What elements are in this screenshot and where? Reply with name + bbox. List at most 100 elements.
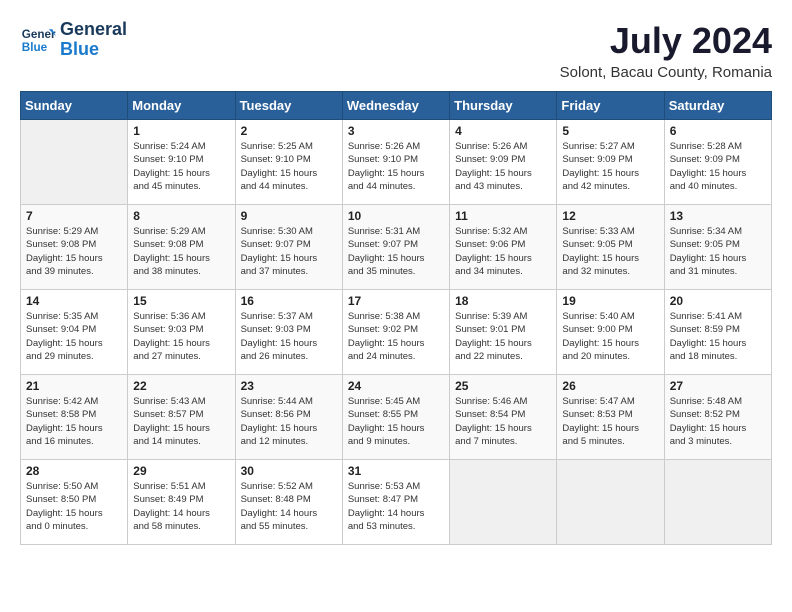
day-info: Sunrise: 5:45 AM Sunset: 8:55 PM Dayligh… [348,395,444,448]
calendar-cell: 13 Sunrise: 5:34 AM Sunset: 9:05 PM Dayli… [664,205,771,290]
day-info: Sunrise: 5:48 AM Sunset: 8:52 PM Dayligh… [670,395,766,448]
day-number: 21 [26,379,122,393]
calendar-cell: 18 Sunrise: 5:39 AM Sunset: 9:01 PM Dayli… [450,290,557,375]
calendar-cell: 23Sunrise: 5:44 AM Sunset: 8:56 PM Dayli… [235,375,342,460]
calendar-cell: 3 Sunrise: 5:26 AM Sunset: 9:10 PM Daylig… [342,120,449,205]
calendar-week-4: 21 Sunrise: 5:42 AM Sunset: 8:58 PM Dayli… [21,375,772,460]
logo-icon: General Blue [20,22,56,58]
weekday-header-saturday: Saturday [664,92,771,120]
day-number: 25 [455,379,551,393]
day-number: 2 [241,124,337,138]
day-info: Sunrise: 5:28 AM Sunset: 9:09 PM Dayligh… [670,140,766,193]
calendar-cell: 10 Sunrise: 5:31 AM Sunset: 9:07 PM Dayli… [342,205,449,290]
calendar-cell: 27Sunrise: 5:48 AM Sunset: 8:52 PM Dayli… [664,375,771,460]
calendar-table: SundayMondayTuesdayWednesdayThursdayFrid… [20,91,772,545]
month-year-title: July 2024 [560,20,772,62]
calendar-cell: 20 Sunrise: 5:41 AM Sunset: 8:59 PM Dayli… [664,290,771,375]
day-info: Sunrise: 5:51 AM Sunset: 8:49 PM Dayligh… [133,480,229,533]
calendar-cell [664,460,771,545]
calendar-header: SundayMondayTuesdayWednesdayThursdayFrid… [21,92,772,120]
day-number: 18 [455,294,551,308]
day-number: 5 [562,124,658,138]
day-number: 10 [348,209,444,223]
calendar-cell: 15 Sunrise: 5:36 AM Sunset: 9:03 PM Dayli… [128,290,235,375]
calendar-cell: 28Sunrise: 5:50 AM Sunset: 8:50 PM Dayli… [21,460,128,545]
day-number: 19 [562,294,658,308]
day-info: Sunrise: 5:33 AM Sunset: 9:05 PM Dayligh… [562,225,658,278]
day-info: Sunrise: 5:31 AM Sunset: 9:07 PM Dayligh… [348,225,444,278]
day-number: 26 [562,379,658,393]
day-number: 9 [241,209,337,223]
day-number: 8 [133,209,229,223]
calendar-cell: 22Sunrise: 5:43 AM Sunset: 8:57 PM Dayli… [128,375,235,460]
day-info: Sunrise: 5:35 AM Sunset: 9:04 PM Dayligh… [26,310,122,363]
day-info: Sunrise: 5:39 AM Sunset: 9:01 PM Dayligh… [455,310,551,363]
calendar-week-5: 28Sunrise: 5:50 AM Sunset: 8:50 PM Dayli… [21,460,772,545]
calendar-cell: 14 Sunrise: 5:35 AM Sunset: 9:04 PM Dayli… [21,290,128,375]
calendar-cell: 4Sunrise: 5:26 AM Sunset: 9:09 PM Daylig… [450,120,557,205]
day-number: 14 [26,294,122,308]
day-info: Sunrise: 5:43 AM Sunset: 8:57 PM Dayligh… [133,395,229,448]
weekday-header-wednesday: Wednesday [342,92,449,120]
day-number: 7 [26,209,122,223]
day-info: Sunrise: 5:46 AM Sunset: 8:54 PM Dayligh… [455,395,551,448]
day-info: Sunrise: 5:26 AM Sunset: 9:10 PM Dayligh… [348,140,444,193]
day-number: 12 [562,209,658,223]
day-number: 20 [670,294,766,308]
calendar-cell: 7 Sunrise: 5:29 AM Sunset: 9:08 PM Daylig… [21,205,128,290]
day-number: 16 [241,294,337,308]
day-info: Sunrise: 5:26 AM Sunset: 9:09 PM Dayligh… [455,140,551,193]
day-info: Sunrise: 5:44 AM Sunset: 8:56 PM Dayligh… [241,395,337,448]
svg-text:Blue: Blue [22,41,48,54]
day-number: 15 [133,294,229,308]
day-number: 13 [670,209,766,223]
calendar-cell: 29 Sunrise: 5:51 AM Sunset: 8:49 PM Dayli… [128,460,235,545]
calendar-cell: 16 Sunrise: 5:37 AM Sunset: 9:03 PM Dayli… [235,290,342,375]
day-info: Sunrise: 5:37 AM Sunset: 9:03 PM Dayligh… [241,310,337,363]
calendar-cell: 2 Sunrise: 5:25 AM Sunset: 9:10 PM Daylig… [235,120,342,205]
calendar-cell: 11Sunrise: 5:32 AM Sunset: 9:06 PM Dayli… [450,205,557,290]
calendar-cell: 17 Sunrise: 5:38 AM Sunset: 9:02 PM Dayli… [342,290,449,375]
calendar-cell: 25 Sunrise: 5:46 AM Sunset: 8:54 PM Dayli… [450,375,557,460]
title-section: July 2024 Solont, Bacau County, Romania [560,20,772,81]
day-info: Sunrise: 5:42 AM Sunset: 8:58 PM Dayligh… [26,395,122,448]
calendar-cell [450,460,557,545]
weekday-header-thursday: Thursday [450,92,557,120]
day-number: 1 [133,124,229,138]
logo-subtext: Blue [60,39,99,59]
day-info: Sunrise: 5:29 AM Sunset: 9:08 PM Dayligh… [26,225,122,278]
calendar-cell: 8Sunrise: 5:29 AM Sunset: 9:08 PM Daylig… [128,205,235,290]
weekday-header-monday: Monday [128,92,235,120]
day-info: Sunrise: 5:40 AM Sunset: 9:00 PM Dayligh… [562,310,658,363]
day-number: 29 [133,464,229,478]
weekday-header-tuesday: Tuesday [235,92,342,120]
day-info: Sunrise: 5:25 AM Sunset: 9:10 PM Dayligh… [241,140,337,193]
calendar-cell [557,460,664,545]
day-info: Sunrise: 5:53 AM Sunset: 8:47 PM Dayligh… [348,480,444,533]
calendar-cell: 6Sunrise: 5:28 AM Sunset: 9:09 PM Daylig… [664,120,771,205]
calendar-cell [21,120,128,205]
day-info: Sunrise: 5:41 AM Sunset: 8:59 PM Dayligh… [670,310,766,363]
day-info: Sunrise: 5:50 AM Sunset: 8:50 PM Dayligh… [26,480,122,533]
day-info: Sunrise: 5:38 AM Sunset: 9:02 PM Dayligh… [348,310,444,363]
calendar-cell: 12 Sunrise: 5:33 AM Sunset: 9:05 PM Dayli… [557,205,664,290]
logo-text: General [60,19,127,39]
day-info: Sunrise: 5:47 AM Sunset: 8:53 PM Dayligh… [562,395,658,448]
day-info: Sunrise: 5:27 AM Sunset: 9:09 PM Dayligh… [562,140,658,193]
location-subtitle: Solont, Bacau County, Romania [560,64,772,81]
calendar-cell: 31Sunrise: 5:53 AM Sunset: 8:47 PM Dayli… [342,460,449,545]
day-info: Sunrise: 5:24 AM Sunset: 9:10 PM Dayligh… [133,140,229,193]
day-info: Sunrise: 5:36 AM Sunset: 9:03 PM Dayligh… [133,310,229,363]
day-number: 30 [241,464,337,478]
day-number: 17 [348,294,444,308]
calendar-cell: 5 Sunrise: 5:27 AM Sunset: 9:09 PM Daylig… [557,120,664,205]
calendar-cell: 30 Sunrise: 5:52 AM Sunset: 8:48 PM Dayli… [235,460,342,545]
day-info: Sunrise: 5:52 AM Sunset: 8:48 PM Dayligh… [241,480,337,533]
logo: General Blue General Blue [20,20,127,60]
weekday-header-friday: Friday [557,92,664,120]
day-info: Sunrise: 5:34 AM Sunset: 9:05 PM Dayligh… [670,225,766,278]
page-header: General Blue General Blue July 2024 Solo… [20,20,772,81]
calendar-cell: 1 Sunrise: 5:24 AM Sunset: 9:10 PM Daylig… [128,120,235,205]
day-number: 11 [455,209,551,223]
day-number: 3 [348,124,444,138]
